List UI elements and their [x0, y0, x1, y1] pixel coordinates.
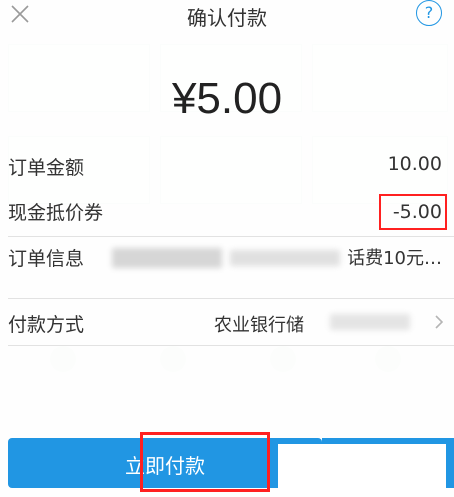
- pay-button-highlight-box: [140, 432, 270, 492]
- help-icon[interactable]: ?: [416, 0, 442, 26]
- page-title: 确认付款: [187, 6, 267, 30]
- redacted-text: [112, 248, 222, 268]
- payment-sheet: 确认付款 ? ¥5.00 订单金额 10.00 现金抵价券 -5.00 订单信息…: [0, 0, 454, 497]
- cash-voucher-label: 现金抵价券: [8, 202, 104, 224]
- divider: [8, 298, 454, 299]
- divider: [8, 345, 454, 346]
- payment-method-value: 农业银行储: [214, 315, 304, 336]
- order-amount-label: 订单金额: [8, 157, 85, 179]
- redacted-text: [230, 250, 340, 266]
- payment-method-label: 付款方式: [8, 314, 85, 336]
- order-amount-value: 10.00: [387, 153, 442, 175]
- redaction-cover: [278, 444, 446, 490]
- discount-highlight-box: [379, 194, 447, 230]
- order-amount-row: 订单金额 10.00: [0, 145, 454, 187]
- payment-amount: ¥5.00: [171, 74, 283, 123]
- order-info-value: 话费10元…: [347, 248, 442, 269]
- chevron-right-icon[interactable]: [432, 314, 446, 330]
- redacted-text: [330, 314, 410, 330]
- sheet-header: 确认付款 ?: [0, 0, 454, 40]
- order-info-label: 订单信息: [8, 248, 85, 270]
